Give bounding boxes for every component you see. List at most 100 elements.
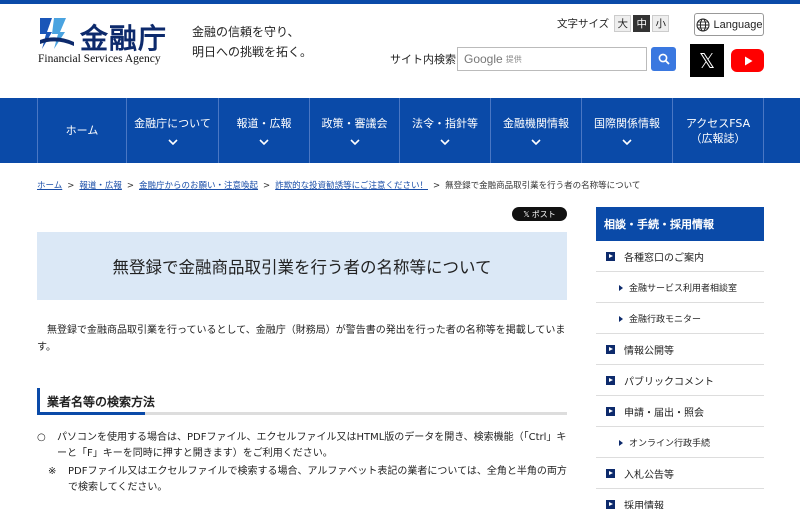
language-label: Language [713, 18, 763, 31]
font-size-small-button[interactable]: 小 [652, 14, 670, 32]
chevron-down-icon [531, 139, 541, 145]
youtube-button[interactable] [731, 49, 764, 72]
breadcrumb-link-requests[interactable]: 金融庁からのお願い・注意喚起 [139, 181, 258, 191]
tagline-line-1: 金融の信頼を守り、 [192, 25, 300, 39]
x-social-button[interactable]: 𝕏 [690, 44, 724, 77]
chevron-down-icon [349, 139, 360, 145]
sidebar-item-label: パブリックコメント [624, 376, 714, 388]
google-provided-text: 提供 [505, 54, 522, 64]
sidebar-item-admin-monitor[interactable]: 金融行政モニター [596, 303, 764, 334]
language-button[interactable]: Language [694, 13, 764, 36]
sidebar-item-bidding[interactable]: 入札公告等 [596, 458, 764, 489]
chevron-down-icon [167, 139, 178, 145]
tagline-line-2: 明日への挑戦を拓く。 [192, 45, 313, 59]
site-search-label: サイト内検索 [390, 53, 456, 66]
x-logo-icon: 𝕏 [523, 209, 530, 219]
sidebar-item-contact-windows[interactable]: 各種窓口のご案内 [596, 241, 764, 272]
sidebar-item-recruitment[interactable]: 採用情報 [596, 489, 764, 509]
search-icon [658, 53, 670, 65]
font-size-control: 文字サイズ 大 中 小 [557, 14, 670, 32]
nav-news-pr[interactable]: 報道・広報 [218, 98, 309, 163]
nav-label: 報道・広報 [236, 117, 292, 130]
tagline: 金融の信頼を守り、 明日への挑戦を拓く。 [192, 22, 362, 62]
sidebar-item-label: 各種窓口のご案内 [624, 252, 704, 264]
note-item: ※ PDFファイル又はエクセルファイルで検索する場合、アルファベット表記の業者に… [48, 464, 567, 496]
logo-english-name: Financial Services Agency [38, 53, 161, 65]
sidebar-item-applications[interactable]: 申請・届出・照会 [596, 396, 764, 427]
section-heading: 業者名等の検索方法 [37, 388, 567, 414]
nav-label: アクセスFSA（広報誌） [685, 116, 751, 145]
arrow-square-icon [606, 500, 615, 509]
nav-label: 法令・指針等 [412, 117, 478, 130]
chevron-down-icon [440, 139, 450, 145]
x-post-button[interactable]: 𝕏 ポスト [512, 207, 567, 221]
breadcrumb-link-home[interactable]: ホーム [37, 181, 62, 191]
breadcrumb-link-news[interactable]: 報道・広報 [79, 181, 122, 191]
breadcrumb-link-fraud[interactable]: 詐欺的な投資勧誘等にご注意ください！ [275, 181, 428, 191]
page-title-box: 無登録で金融商品取引業を行う者の名称等について [37, 232, 567, 300]
arrow-right-icon [619, 285, 623, 291]
arrow-right-icon [619, 440, 623, 446]
x-logo-icon: 𝕏 [698, 48, 716, 73]
nav-financial-institutions[interactable]: 金融機関情報 [490, 98, 581, 163]
arrow-square-icon [606, 345, 615, 354]
sidebar-item-online-procedures[interactable]: オンライン行政手続 [596, 427, 764, 458]
sidebar-list: 各種窓口のご案内 金融サービス利用者相談室 金融行政モニター 情報公開等 パブリ… [596, 241, 764, 509]
list-item-text: パソコンを使用する場合は、PDFファイル、エクセルファイル又はHTML版のデータ… [57, 432, 567, 459]
nav-laws-guidelines[interactable]: 法令・指針等 [399, 98, 490, 163]
nav-access-fsa[interactable]: アクセスFSA（広報誌） [672, 98, 764, 163]
sidebar-item-consumer-office[interactable]: 金融サービス利用者相談室 [596, 272, 764, 303]
font-size-medium-button[interactable]: 中 [633, 14, 651, 32]
nav-about-fsa[interactable]: 金融庁について [126, 98, 218, 163]
sidebar-heading: 相談・手続・採用情報 [596, 207, 764, 241]
sidebar-item-label: 採用情報 [624, 500, 664, 509]
google-logo-text: Google [464, 52, 503, 66]
globe-icon [696, 18, 710, 31]
chevron-down-icon [622, 139, 632, 145]
breadcrumb-separator: > [126, 181, 135, 191]
fsa-logo-mark-icon [40, 18, 74, 49]
nav-label: 金融庁について [134, 117, 211, 130]
arrow-square-icon [606, 252, 615, 261]
note-item-text: PDFファイル又はエクセルファイルで検索する場合、アルファベット表記の業者につい… [68, 466, 567, 493]
breadcrumb-current: 無登録で金融商品取引業を行う者の名称等について [445, 181, 641, 191]
section-underline [37, 412, 567, 415]
breadcrumb-separator: > [263, 181, 271, 191]
search-button[interactable] [651, 47, 676, 71]
nav-international[interactable]: 国際関係情報 [581, 98, 672, 163]
search-input[interactable]: Google 提供 [457, 47, 647, 71]
arrow-square-icon [606, 469, 615, 478]
bullet-circle: ○ [37, 432, 46, 443]
nav-label: 政策・審議会 [321, 117, 388, 130]
nav-policy-council[interactable]: 政策・審議会 [309, 98, 399, 163]
sidebar-heading-text: 相談・手続・採用情報 [604, 218, 714, 231]
intro-paragraph: 無登録で金融商品取引業を行っているとして、金融庁（財務局）が警告書の発出を行った… [37, 325, 566, 353]
sidebar-item-public-comment[interactable]: パブリックコメント [596, 365, 764, 396]
arrow-square-icon [606, 407, 615, 416]
logo-name: 金融庁 [80, 22, 168, 55]
breadcrumb-separator: > [433, 181, 441, 191]
sidebar-item-label: オンライン行政手続 [629, 438, 711, 449]
sidebar-item-label: 金融サービス利用者相談室 [629, 283, 738, 294]
sidebar-item-info-disclosure[interactable]: 情報公開等 [596, 334, 764, 365]
note-mark: ※ [48, 466, 57, 477]
breadcrumb: ホーム > 報道・広報 > 金融庁からのお願い・注意喚起 > 詐欺的な投資勧誘等にご注意くだ… [37, 179, 640, 191]
page-title: 無登録で金融商品取引業を行う者の名称等について [112, 258, 492, 277]
font-size-large-button[interactable]: 大 [614, 14, 632, 32]
top-accent-bar [0, 0, 800, 4]
section-heading-text: 業者名等の検索方法 [47, 394, 156, 409]
sidebar-item-label: 申請・届出・照会 [624, 407, 704, 419]
youtube-play-icon [744, 56, 752, 65]
site-logo[interactable]: 金融庁 Financial Services Agency [38, 16, 178, 66]
sidebar-item-label: 入札公告等 [624, 469, 674, 481]
nav-label: 国際関係情報 [594, 117, 660, 130]
list-item: ○ パソコンを使用する場合は、PDFファイル、エクセルファイル又はHTML版のデ… [37, 430, 567, 462]
nav-home[interactable]: ホーム [37, 98, 126, 163]
post-label: ポスト [531, 209, 556, 219]
global-nav: ホーム 金融庁について 報道・広報 政策・審議会 法令・指針等 金融機関情報 国… [0, 98, 800, 163]
section-underline-accent [37, 412, 145, 415]
arrow-square-icon [606, 376, 615, 385]
sidebar-item-label: 金融行政モニター [629, 314, 702, 325]
font-size-label: 文字サイズ [557, 17, 610, 30]
nav-label: ホーム [65, 124, 99, 137]
